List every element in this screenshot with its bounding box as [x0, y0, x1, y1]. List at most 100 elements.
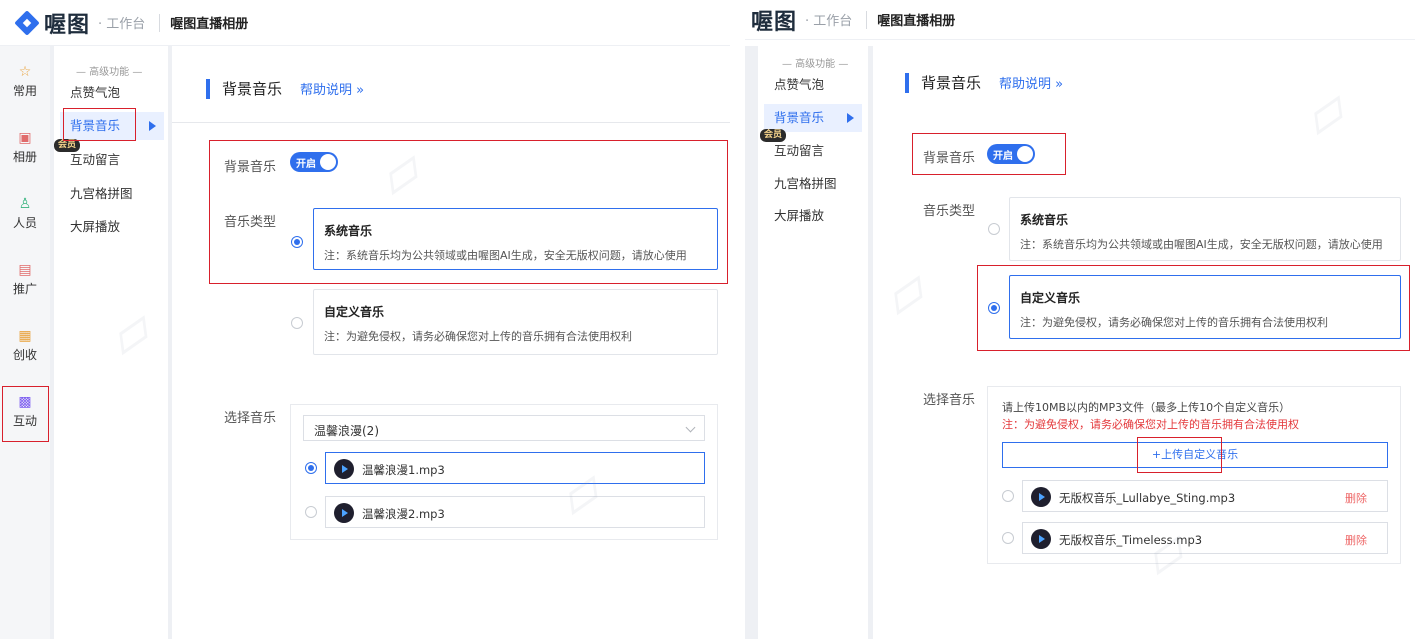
submenu-item-bgm[interactable]: 背景音乐 [60, 112, 164, 140]
track-name: 温馨浪漫2.mp3 [362, 507, 445, 521]
submenu-item-bgm[interactable]: 背景音乐 [764, 104, 862, 132]
album-icon: ▣ [18, 130, 32, 146]
star-icon: ☆ [18, 64, 32, 80]
album-name[interactable]: 喔图直播相册 [877, 10, 955, 29]
radio-custom-music[interactable] [988, 302, 1000, 314]
page-title: 背景音乐 [222, 80, 283, 98]
dropdown-value: 温馨浪漫(2) [314, 424, 379, 438]
upload-custom-music-button[interactable]: +上传自定义音乐 [1002, 442, 1388, 468]
screenshot-left: 喔图 · 工作台 喔图直播相册 ☆ 常用 ▣ 相册 ♙ 人员 ▤ 推广 ▦ 创收… [0, 0, 730, 639]
submenu-item-comments[interactable]: 互动留言 [764, 137, 862, 165]
sidebar-item-promote[interactable]: ▤ 推广 [0, 262, 50, 310]
music-select-box: 温馨浪漫(2) 温馨浪漫1.mp3 温馨浪漫2.mp3 [290, 404, 718, 540]
submenu-item-comments[interactable]: 互动留言 [60, 146, 160, 174]
title-accent-bar [206, 78, 210, 99]
logo-text: 喔图 [44, 12, 91, 38]
play-icon[interactable] [334, 503, 354, 523]
custom-music-card[interactable]: 自定义音乐 注：为避免侵权，请务必确保您对上传的音乐拥有合法使用权利 [313, 289, 718, 355]
play-icon[interactable] [334, 459, 354, 479]
sidebar-item-common[interactable]: ☆ 常用 [0, 64, 50, 112]
help-link[interactable]: 帮助说明 » [999, 73, 1063, 92]
sidebar-item-revenue[interactable]: ▦ 创收 [0, 328, 50, 376]
track-item[interactable]: 无版权音乐_Lullabye_Sting.mp3 删除 [1022, 480, 1388, 512]
header-divider [866, 10, 868, 29]
promote-icon: ▤ [18, 262, 32, 278]
toggle-text: 开启 [993, 151, 1013, 162]
radio-custom-music[interactable] [291, 317, 303, 329]
music-category-dropdown[interactable]: 温馨浪漫(2) [303, 415, 705, 441]
active-arrow-icon [149, 121, 156, 131]
music-type-label: 音乐类型 [923, 204, 976, 219]
upload-hint: 请上传10MB以内的MP3文件（最多上传10个自定义音乐） [1002, 401, 1291, 414]
bgm-toggle[interactable]: 开启 [987, 144, 1035, 164]
main-content: 背景音乐 帮助说明 » 背景音乐 开启 音乐类型 系统音乐 注：系统音乐均为公共… [172, 46, 730, 639]
panel-separator [730, 0, 745, 639]
submenu-heading: — 高级功能 — [782, 59, 849, 70]
play-icon[interactable] [1031, 529, 1051, 549]
submenu-item-like-bubble[interactable]: 点赞气泡 [764, 71, 862, 99]
toggle-knob [1017, 146, 1033, 162]
radio-track-2[interactable] [1002, 532, 1014, 544]
radio-system-music[interactable] [988, 223, 1000, 235]
radio-system-music[interactable] [291, 236, 303, 248]
card-note: 注：系统音乐均为公共领域或由喔图AI生成，安全无版权问题，请放心使用 [324, 249, 687, 262]
page-title-row: 背景音乐 帮助说明 » [206, 78, 364, 99]
system-music-card[interactable]: 系统音乐 注：系统音乐均为公共领域或由喔图AI生成，安全无版权问题，请放心使用 [1009, 197, 1401, 261]
card-note: 注：为避免侵权，请务必确保您对上传的音乐拥有合法使用权利 [324, 330, 632, 343]
logo-text: 喔图 [751, 9, 798, 35]
main-content: 背景音乐 帮助说明 » 背景音乐 开启 音乐类型 系统音乐 注：系统音乐均为公共… [873, 40, 1415, 639]
chevron-down-icon [685, 422, 696, 433]
toggle-text: 开启 [296, 159, 316, 170]
radio-track-2[interactable] [305, 506, 317, 518]
page-title-row: 背景音乐 帮助说明 » [905, 72, 1063, 93]
feature-submenu: — 高级功能 — 点赞气泡 背景音乐 会员 互动留言 九宫格拼图 大屏播放 [758, 40, 868, 639]
radio-track-1[interactable] [1002, 490, 1014, 502]
track-name: 温馨浪漫1.mp3 [362, 463, 445, 477]
interact-icon: ▩ [18, 394, 32, 410]
sidebar-item-album[interactable]: ▣ 相册 [0, 130, 50, 178]
feature-submenu: — 高级功能 — 点赞气泡 背景音乐 会员 互动留言 九宫格拼图 大屏播放 [54, 46, 168, 639]
submenu-item-like-bubble[interactable]: 点赞气泡 [60, 79, 160, 107]
sidebar-item-label: 创收 [12, 348, 37, 362]
card-title: 系统音乐 [324, 224, 373, 238]
sidebar-item-label: 相册 [12, 150, 37, 164]
card-title: 自定义音乐 [1020, 291, 1081, 305]
title-divider [172, 122, 730, 123]
screenshot-right: 喔图 · 工作台 喔图直播相册 — 高级功能 — 点赞气泡 背景音乐 会员 互动… [745, 0, 1415, 639]
active-arrow-icon [847, 113, 854, 123]
delete-link[interactable]: 删除 [1345, 490, 1367, 506]
sidebar-item-label: 互动 [12, 414, 37, 428]
submenu-item-big-screen[interactable]: 大屏播放 [764, 202, 862, 230]
workbench-label: · 工作台 [805, 14, 853, 29]
top-header: 喔图 · 工作台 喔图直播相册 [0, 0, 730, 46]
workbench-label: · 工作台 [98, 17, 146, 32]
play-icon[interactable] [1031, 487, 1051, 507]
submenu-item-label: 背景音乐 [70, 118, 121, 133]
submenu-item-grid-puzzle[interactable]: 九宫格拼图 [764, 170, 862, 198]
submenu-item-label: 背景音乐 [774, 110, 825, 125]
system-music-card[interactable]: 系统音乐 注：系统音乐均为公共领域或由喔图AI生成，安全无版权问题，请放心使用 [313, 208, 718, 270]
revenue-icon: ▦ [18, 328, 32, 344]
custom-music-card[interactable]: 自定义音乐 注：为避免侵权，请务必确保您对上传的音乐拥有合法使用权利 [1009, 275, 1401, 339]
person-icon: ♙ [18, 196, 32, 212]
sidebar-item-people[interactable]: ♙ 人员 [0, 196, 50, 244]
track-name: 无版权音乐_Timeless.mp3 [1059, 533, 1203, 547]
sidebar-item-interact[interactable]: ▩ 互动 [0, 394, 50, 442]
submenu-item-grid-puzzle[interactable]: 九宫格拼图 [60, 180, 160, 208]
submenu-item-big-screen[interactable]: 大屏播放 [60, 213, 160, 241]
help-link[interactable]: 帮助说明 » [300, 79, 364, 98]
card-note: 注：系统音乐均为公共领域或由喔图AI生成，安全无版权问题，请放心使用 [1020, 238, 1383, 251]
submenu-heading: — 高级功能 — [76, 67, 143, 78]
album-name[interactable]: 喔图直播相册 [170, 13, 248, 32]
bgm-toggle[interactable]: 开启 [290, 152, 338, 172]
top-header: 喔图 · 工作台 喔图直播相册 [745, 0, 1415, 40]
radio-track-1[interactable] [305, 462, 317, 474]
track-item[interactable]: 温馨浪漫2.mp3 [325, 496, 705, 528]
track-item[interactable]: 无版权音乐_Timeless.mp3 删除 [1022, 522, 1388, 554]
card-title: 自定义音乐 [324, 305, 385, 319]
bgm-label: 背景音乐 [224, 160, 277, 175]
sidebar-item-label: 人员 [12, 216, 37, 230]
card-title: 系统音乐 [1020, 213, 1069, 227]
delete-link[interactable]: 删除 [1345, 532, 1367, 548]
track-item[interactable]: 温馨浪漫1.mp3 [325, 452, 705, 484]
